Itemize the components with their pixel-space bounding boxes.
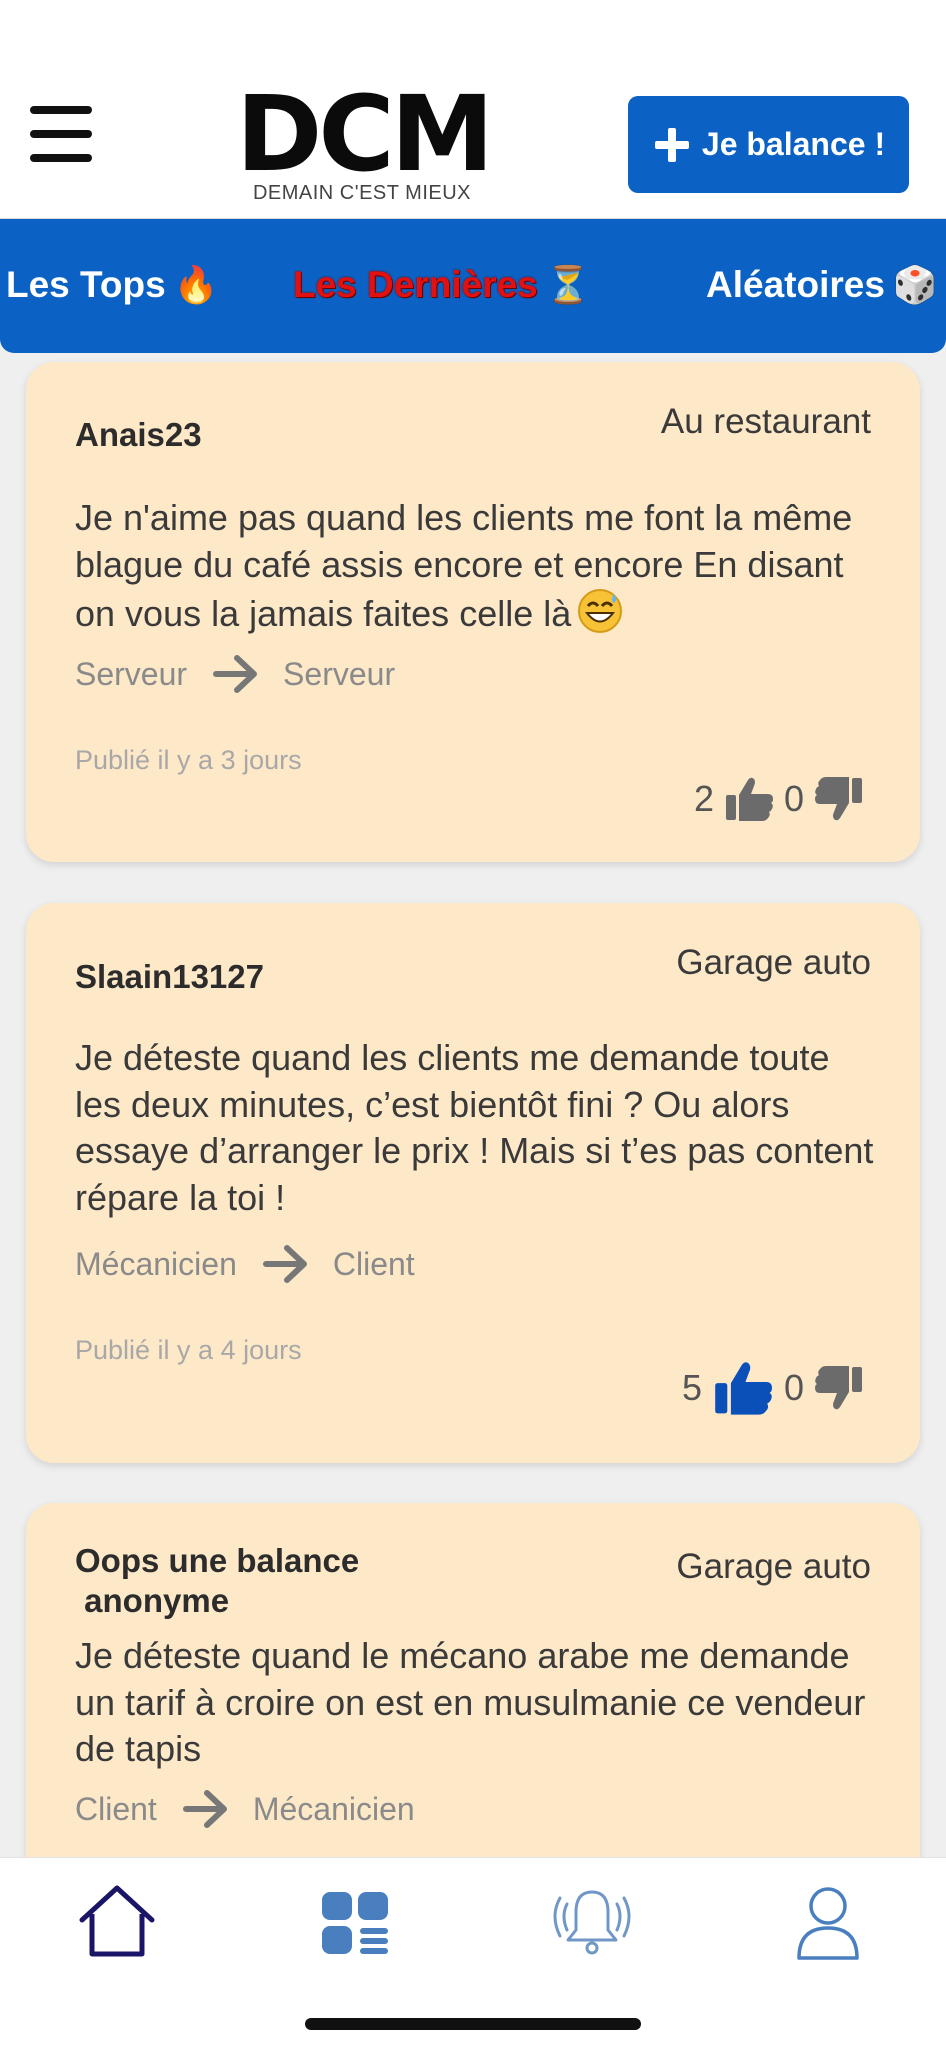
arrow-right-icon (262, 1245, 307, 1283)
post-category: Garage auto (676, 943, 871, 982)
post-text-content: Je n'aime pas quand les clients me font … (75, 497, 853, 634)
post-published: Publié il y a 4 jours (75, 1335, 302, 1365)
thumbs-down-icon[interactable] (814, 1364, 864, 1412)
post-card[interactable]: Oops une balance anonyme Garage auto Je … (26, 1503, 920, 1857)
post-text: Je déteste quand les clients me demande … (75, 1037, 874, 1218)
post-card[interactable]: Slaain13127 Garage auto Je déteste quand… (26, 903, 920, 1463)
nav-home[interactable] (72, 1882, 162, 1962)
post-roles: Serveur Serveur (75, 652, 395, 696)
tab-aleatoires[interactable]: Aléatoires 🎲 (706, 255, 938, 315)
tab-label: Les Tops (6, 264, 166, 305)
grid-list-icon (322, 1892, 388, 1954)
nav-profile[interactable] (783, 1882, 873, 1962)
post-author[interactable]: Anais23 (75, 415, 202, 455)
app-header: DCM DEMAIN C'EST MIEUX Je balance ! (0, 80, 946, 220)
like-count: 2 (693, 778, 714, 819)
from-role: Client (75, 1790, 157, 1827)
post-votes: 2 0 (694, 774, 864, 824)
post-card[interactable]: Anais23 Au restaurant Je n'aime pas quan… (26, 362, 920, 862)
bell-ringing-icon (553, 1890, 631, 1955)
post-text: Je n'aime pas quand les clients me font … (75, 495, 885, 638)
post-author[interactable]: Slaain13127 (75, 957, 264, 997)
grinning-sweat-emoji-icon (578, 589, 623, 633)
tab-label: Aléatoires (706, 264, 885, 305)
app-logo[interactable]: DCM DEMAIN C'EST MIEUX (236, 73, 494, 210)
home-icon (79, 1885, 155, 1957)
post-published: Publié il y a 3 jours (75, 745, 302, 775)
je-balance-button[interactable]: Je balance ! (628, 96, 909, 193)
logo-tagline: DEMAIN C'EST MIEUX (252, 182, 472, 204)
cta-label: Je balance ! (701, 126, 886, 162)
home-indicator (305, 2018, 641, 2030)
posts-feed[interactable]: Anais23 Au restaurant Je n'aime pas quan… (0, 355, 946, 1857)
dice-icon: 🎲 (892, 265, 938, 306)
dislike-count: 0 (783, 1367, 804, 1408)
logo-text: DCM (236, 73, 494, 195)
post-category: Garage auto (676, 1547, 871, 1586)
thumbs-up-icon[interactable] (712, 1359, 774, 1417)
nav-feed[interactable] (310, 1882, 400, 1962)
to-role: Client (332, 1245, 415, 1282)
user-icon (797, 1887, 859, 1960)
like-count: 5 (681, 1367, 702, 1408)
arrow-right-icon (213, 655, 258, 693)
tab-label: Les Dernières (293, 264, 538, 305)
feed-tabs: Les Tops 🔥 Les Dernières ⏳ Aléatoires 🎲 (0, 219, 946, 353)
to-role: Mécanicien (252, 1790, 415, 1827)
status-bar (0, 0, 946, 80)
fire-icon: 🔥 (173, 265, 219, 306)
nav-notifications[interactable] (547, 1882, 637, 1962)
post-text: Je déteste quand le mécano arabe me dema… (75, 1635, 866, 1769)
hourglass-icon: ⏳ (545, 265, 591, 306)
from-role: Serveur (75, 655, 188, 692)
hamburger-menu-icon[interactable] (30, 106, 92, 162)
from-role: Mécanicien (75, 1245, 237, 1282)
arrow-right-icon (182, 1790, 227, 1828)
post-roles: Client Mécanicien (75, 1787, 415, 1831)
tab-les-dernieres[interactable]: Les Dernières ⏳ (293, 255, 591, 315)
tab-les-tops[interactable]: Les Tops 🔥 (6, 255, 219, 315)
to-role: Serveur (283, 655, 396, 692)
thumbs-up-icon[interactable] (724, 775, 774, 823)
dislike-count: 0 (783, 778, 804, 819)
post-category: Au restaurant (660, 402, 871, 441)
post-roles: Mécanicien Client (75, 1242, 415, 1286)
thumbs-down-icon[interactable] (814, 775, 864, 823)
plus-icon (654, 127, 689, 162)
post-votes: 5 0 (681, 1362, 864, 1415)
bottom-navigation (0, 1857, 946, 2049)
post-author[interactable]: Oops une balance anonyme (75, 1541, 359, 1621)
